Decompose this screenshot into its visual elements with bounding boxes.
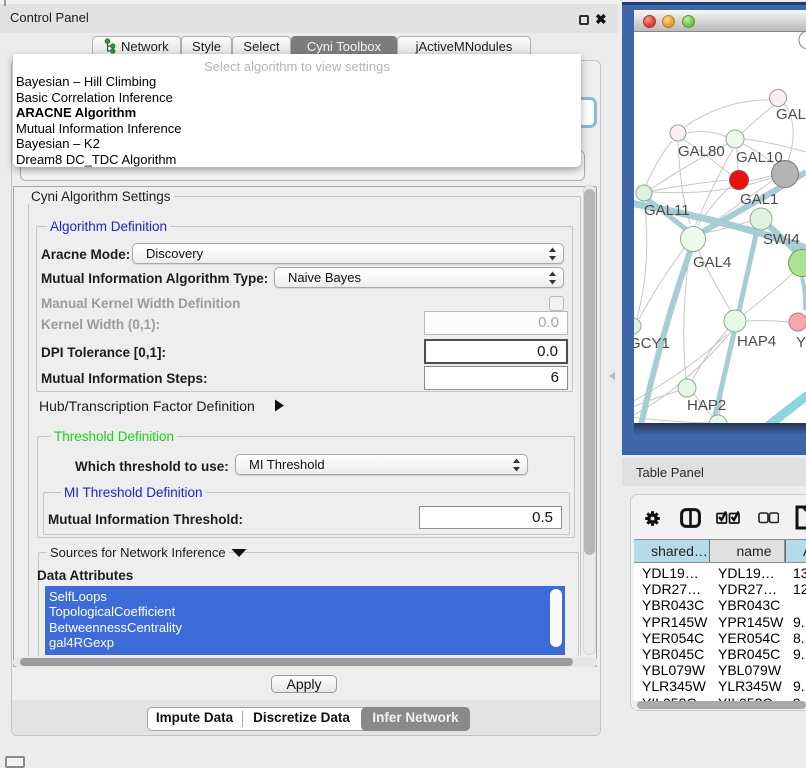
svg-text:GAL4: GAL4 — [693, 254, 731, 271]
svg-text:SWI4: SWI4 — [763, 231, 800, 248]
svg-text:GCY1: GCY1 — [634, 335, 670, 352]
svg-text:GAL7: GAL7 — [776, 106, 806, 123]
svg-text:GAL11: GAL11 — [644, 202, 690, 219]
svg-text:GAL1: GAL1 — [740, 191, 778, 208]
svg-text:GAL80: GAL80 — [678, 143, 725, 160]
svg-text:YJ: YJ — [796, 334, 806, 351]
svg-text:HAP4: HAP4 — [737, 333, 776, 350]
svg-text:HAP2: HAP2 — [687, 397, 726, 414]
svg-text:GAL10: GAL10 — [736, 149, 783, 166]
